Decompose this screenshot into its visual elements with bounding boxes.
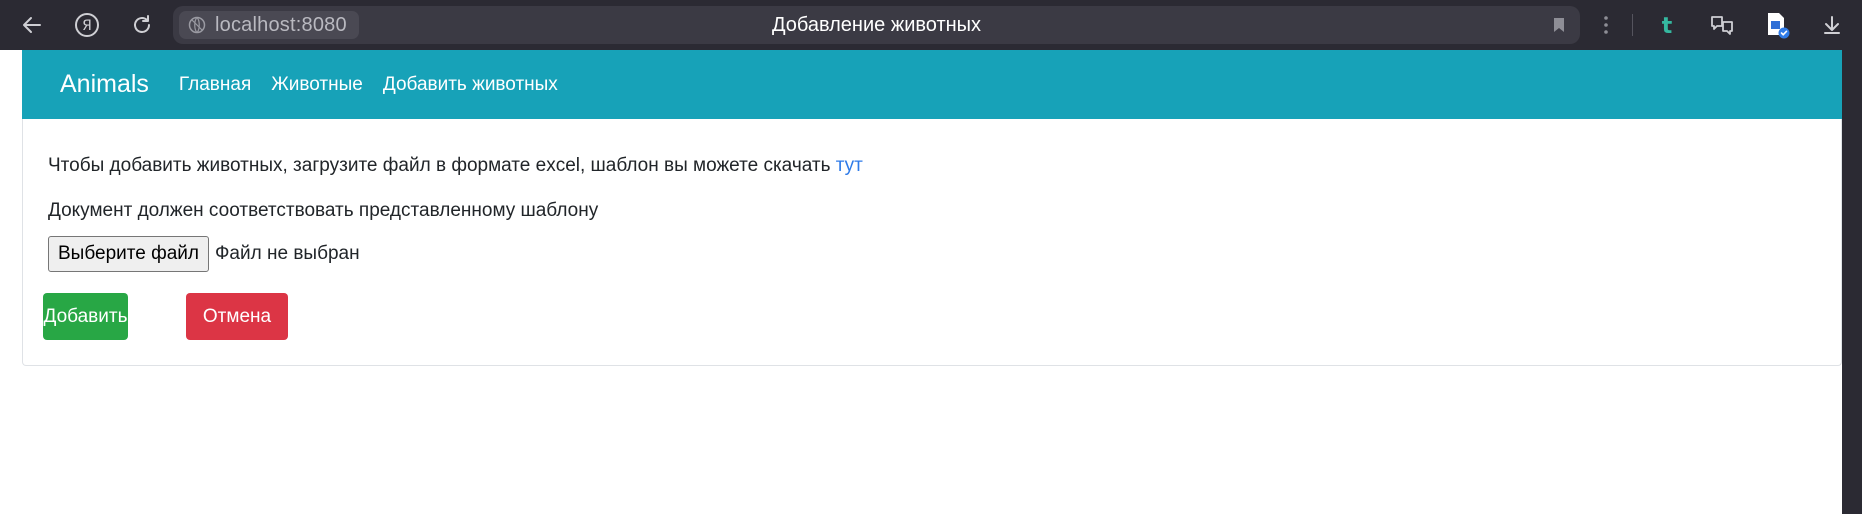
add-button[interactable]: Добавить	[43, 293, 128, 340]
svg-text:t: t	[1662, 14, 1673, 37]
intro-text: Чтобы добавить животных, загрузите файл …	[48, 155, 831, 176]
navbar-brand[interactable]: Animals	[60, 70, 149, 99]
file-status: Файл не выбран	[214, 243, 360, 264]
more-icon[interactable]	[1588, 7, 1624, 43]
upload-card: Чтобы добавить животных, загрузите файл …	[22, 119, 1842, 366]
url-field[interactable]: localhost:8080	[179, 11, 359, 39]
browser-toolbar: Я localhost:8080 Добавление животных t	[0, 0, 1862, 50]
intro-paragraph: Чтобы добавить животных, загрузите файл …	[48, 155, 863, 177]
translate-extension-icon[interactable]	[1704, 7, 1740, 43]
page-viewport: Animals Главная Животные Добавить животн…	[0, 50, 1842, 514]
nav-link-home[interactable]: Главная	[179, 74, 251, 96]
template-download-link[interactable]: тут	[836, 155, 863, 176]
globe-icon	[188, 16, 206, 34]
yandex-icon[interactable]: Я	[69, 7, 105, 43]
choose-file-button[interactable]: Выберите файл	[48, 236, 209, 272]
reload-icon[interactable]	[124, 7, 160, 43]
address-bar[interactable]: localhost:8080 Добавление животных	[173, 6, 1580, 44]
tab-title: Добавление животных	[771, 13, 982, 36]
toolbar-separator	[1632, 14, 1633, 36]
url-text: localhost:8080	[215, 13, 347, 36]
bookmark-icon[interactable]	[1550, 16, 1568, 34]
t-extension-icon[interactable]: t	[1649, 7, 1685, 43]
file-input[interactable]: Выберите файл Файл не выбран	[48, 236, 360, 272]
cancel-button[interactable]: Отмена	[186, 293, 288, 340]
nav-link-animals[interactable]: Животные	[271, 74, 363, 96]
document-extension-icon[interactable]	[1759, 7, 1795, 43]
svg-text:Я: Я	[82, 18, 92, 34]
download-icon[interactable]	[1814, 7, 1850, 43]
requirement-text: Документ должен соответствовать представ…	[48, 200, 599, 221]
back-icon[interactable]	[14, 7, 50, 43]
nav-link-add-animals[interactable]: Добавить животных	[383, 74, 558, 96]
navbar: Animals Главная Животные Добавить животн…	[22, 50, 1842, 119]
